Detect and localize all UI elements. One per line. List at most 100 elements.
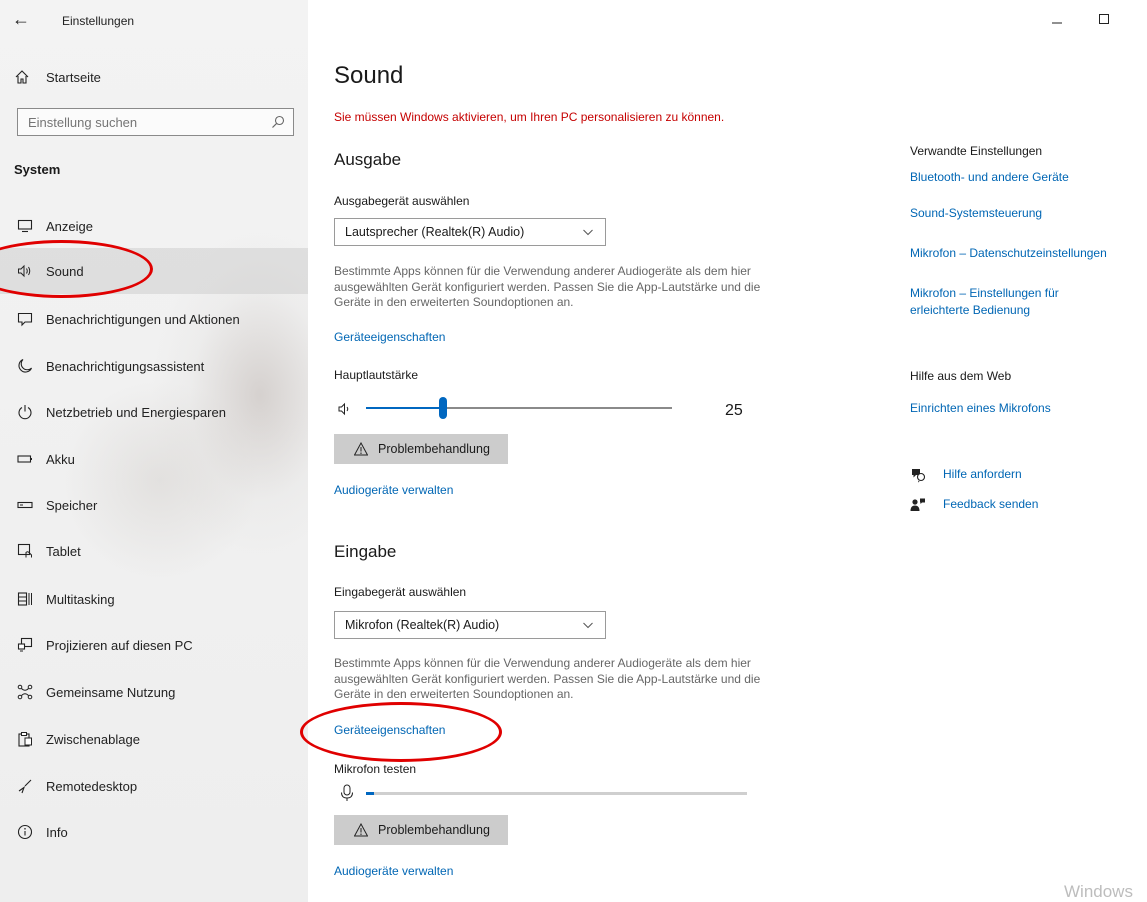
output-manage-devices-link[interactable]: Audiogeräte verwalten bbox=[334, 483, 453, 497]
sidebar-item-label: Netzbetrieb und Energiesparen bbox=[46, 404, 226, 420]
volume-icon[interactable] bbox=[338, 402, 352, 416]
sidebar-item-label: Akku bbox=[46, 451, 75, 467]
sidebar-item-zwischenablage[interactable]: Zwischenablage bbox=[0, 716, 308, 762]
chevron-down-icon bbox=[583, 229, 593, 236]
input-properties-link[interactable]: Geräteeigenschaften bbox=[334, 723, 445, 737]
sidebar-item-label: Gemeinsame Nutzung bbox=[46, 684, 176, 700]
section-label: System bbox=[14, 162, 61, 177]
input-device-dropdown[interactable]: Mikrofon (Realtek(R) Audio) bbox=[334, 611, 606, 639]
home-icon bbox=[15, 70, 29, 84]
activation-warning: Sie müssen Windows aktivieren, um Ihren … bbox=[334, 110, 725, 124]
output-troubleshoot-button[interactable]: Problembehandlung bbox=[334, 434, 508, 464]
sidebar-item-label: Anzeige bbox=[46, 218, 93, 234]
notification-icon bbox=[16, 310, 34, 328]
volume-label: Hauptlautstärke bbox=[334, 368, 419, 382]
web-help-heading: Hilfe aus dem Web bbox=[910, 369, 1012, 383]
sidebar-item-anzeige[interactable]: Anzeige bbox=[0, 203, 308, 249]
get-help-link[interactable]: Hilfe anfordern bbox=[943, 467, 1022, 481]
warning-icon bbox=[354, 442, 368, 456]
volume-slider[interactable] bbox=[366, 397, 672, 419]
sidebar-item-label: Zwischenablage bbox=[46, 731, 140, 747]
sidebar-item-tablet[interactable]: Tablet bbox=[0, 528, 308, 574]
moon-icon bbox=[16, 357, 34, 375]
volume-slider-thumb[interactable] bbox=[439, 397, 447, 419]
output-properties-link[interactable]: Geräteeigenschaften bbox=[334, 330, 445, 344]
sidebar-item-label: Info bbox=[46, 824, 68, 840]
clipboard-icon bbox=[16, 730, 34, 748]
sidebar-item-benachrichtigungsassistent[interactable]: Benachrichtigungsassistent bbox=[0, 343, 308, 389]
battery-icon bbox=[16, 450, 34, 468]
sidebar-item-label: Sound bbox=[46, 263, 84, 279]
output-description: Bestimmte Apps können für die Verwendung… bbox=[334, 264, 761, 309]
share-icon bbox=[16, 683, 34, 701]
sidebar-item-akku[interactable]: Akku bbox=[0, 436, 308, 482]
sidebar-item-projizieren[interactable]: Projizieren auf diesen PC bbox=[0, 622, 308, 668]
home-label: Startseite bbox=[46, 69, 101, 85]
sidebar-item-label: Projizieren auf diesen PC bbox=[46, 637, 193, 653]
output-heading: Ausgabe bbox=[334, 150, 402, 169]
mic-level-fill bbox=[366, 792, 374, 795]
maximize-icon[interactable] bbox=[1097, 12, 1111, 26]
multitasking-icon bbox=[16, 590, 34, 608]
button-label: Problembehandlung bbox=[378, 823, 490, 837]
remote-icon bbox=[16, 777, 34, 795]
tablet-icon bbox=[16, 542, 34, 560]
feedback-icon bbox=[910, 498, 925, 511]
sidebar-item-label: Speicher bbox=[46, 497, 98, 513]
sidebar-item-label: Multitasking bbox=[46, 591, 115, 607]
window-title: Einstellungen bbox=[62, 14, 135, 28]
input-troubleshoot-button[interactable]: Problembehandlung bbox=[334, 815, 508, 845]
sidebar-item-info[interactable]: Info bbox=[0, 809, 308, 855]
input-device-value: Mikrofon (Realtek(R) Audio) bbox=[345, 618, 500, 632]
search-box[interactable] bbox=[17, 108, 294, 136]
related-link-mic-privacy[interactable]: Mikrofon – Datenschutzeinstellungen bbox=[910, 245, 1147, 262]
related-link-mic-accessibility[interactable]: Mikrofon – Einstellungen für erleichtert… bbox=[910, 285, 1110, 319]
sidebar-item-gemeinsame-nutzung[interactable]: Gemeinsame Nutzung bbox=[0, 669, 308, 715]
input-manage-devices-link[interactable]: Audiogeräte verwalten bbox=[334, 864, 453, 878]
sidebar-item-label: Tablet bbox=[46, 543, 81, 559]
help-chat-icon bbox=[912, 469, 926, 483]
microphone-icon bbox=[341, 784, 353, 801]
sidebar-item-label: Benachrichtigungen und Aktionen bbox=[46, 311, 240, 327]
related-link-sound-control-panel[interactable]: Sound-Systemsteuerung bbox=[910, 205, 1120, 222]
volume-slider-fill bbox=[366, 407, 443, 409]
sidebar-item-label: Remotedesktop bbox=[46, 778, 138, 794]
sidebar-item-remotedesktop[interactable]: Remotedesktop bbox=[0, 763, 308, 809]
speaker-icon bbox=[16, 262, 34, 280]
search-icon[interactable] bbox=[271, 115, 285, 129]
button-label: Problembehandlung bbox=[378, 442, 490, 456]
related-settings-heading: Verwandte Einstellungen bbox=[910, 144, 1043, 158]
sidebar-item-multitasking[interactable]: Multitasking bbox=[0, 576, 308, 622]
sidebar-item-label: Benachrichtigungsassistent bbox=[46, 358, 205, 374]
monitor-icon bbox=[16, 217, 34, 235]
info-icon bbox=[16, 823, 34, 841]
output-device-dropdown[interactable]: Lautsprecher (Realtek(R) Audio) bbox=[334, 218, 606, 246]
page-title: Sound bbox=[334, 62, 404, 89]
chevron-down-icon bbox=[583, 622, 593, 629]
home-link[interactable]: Startseite bbox=[14, 66, 101, 88]
volume-value: 25 bbox=[725, 402, 743, 419]
back-arrow-icon[interactable]: ← bbox=[12, 8, 34, 30]
web-help-link[interactable]: Einrichten eines Mikrofons bbox=[910, 400, 1120, 417]
mic-test-label: Mikrofon testen bbox=[334, 762, 417, 776]
output-device-label: Ausgabegerät auswählen bbox=[334, 194, 470, 208]
send-feedback-link[interactable]: Feedback senden bbox=[943, 497, 1038, 511]
output-device-value: Lautsprecher (Realtek(R) Audio) bbox=[345, 225, 525, 239]
sidebar-item-benachrichtigungen[interactable]: Benachrichtigungen und Aktionen bbox=[0, 296, 308, 342]
power-icon bbox=[16, 403, 34, 421]
input-heading: Eingabe bbox=[334, 542, 397, 561]
projector-icon bbox=[16, 636, 34, 654]
minimize-icon[interactable] bbox=[1050, 12, 1064, 26]
storage-icon bbox=[16, 496, 34, 514]
sidebar-item-speicher[interactable]: Speicher bbox=[0, 482, 308, 528]
related-link-bluetooth[interactable]: Bluetooth- und andere Geräte bbox=[910, 169, 1120, 186]
sidebar-item-sound[interactable]: Sound bbox=[0, 248, 308, 294]
sidebar-item-netzbetrieb[interactable]: Netzbetrieb und Energiesparen bbox=[0, 389, 308, 435]
warning-icon bbox=[354, 823, 368, 837]
input-device-label: Eingabegerät auswählen bbox=[334, 585, 467, 599]
sidebar: ← Einstellungen Startseite System Anzeig… bbox=[0, 0, 308, 902]
mic-level-meter bbox=[366, 792, 747, 795]
search-input[interactable] bbox=[26, 114, 260, 131]
input-description: Bestimmte Apps können für die Verwendung… bbox=[334, 656, 761, 701]
activation-watermark: Windows bbox=[1064, 882, 1133, 901]
